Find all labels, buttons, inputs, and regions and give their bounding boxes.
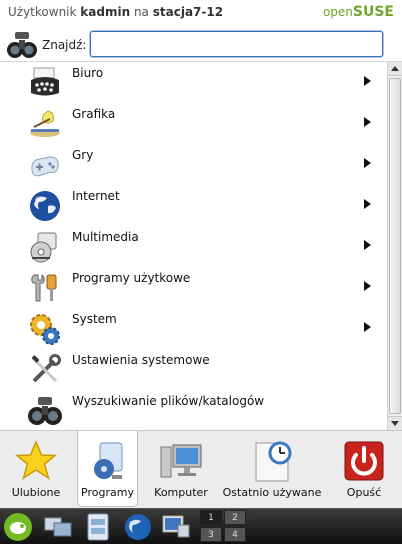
user-info: Użytkownik kadmin na stacja7-12 — [8, 5, 223, 19]
host-prefix: na — [133, 5, 149, 19]
opensuse-gecko-icon[interactable] — [2, 511, 34, 543]
menu-item-system[interactable]: System — [0, 308, 387, 349]
tab-label: Ulubione — [11, 486, 61, 499]
binoculars-icon — [28, 394, 62, 428]
scroll-up-button[interactable] — [388, 62, 402, 76]
search-label: Znajdź: — [42, 38, 87, 52]
menu-item-label: Multimedia — [72, 230, 139, 244]
application-category-list: Biuro Grafika Gry Internet Multimedia Pr… — [0, 62, 387, 430]
menu-item-label: Wyszukiwanie plików/katalogów — [72, 394, 265, 408]
menu-item-label: Biuro — [72, 66, 104, 80]
launcher-header: Użytkownik kadmin na stacja7-12 openSUSE… — [0, 0, 402, 62]
user-prefix: Użytkownik — [8, 5, 77, 19]
tab-label: Ostatnio używane — [222, 486, 322, 499]
desktop-windows-icon[interactable] — [42, 511, 74, 543]
launcher-tab-bar: Ulubione Programy Komputer Ostatnio używ… — [0, 430, 402, 508]
globe-icon — [28, 189, 62, 223]
submenu-arrow-icon — [364, 322, 371, 332]
menu-item-ustawienia-systemowe[interactable]: Ustawienia systemowe — [0, 349, 387, 390]
submenu-arrow-icon — [364, 117, 371, 127]
show-desktop-icon[interactable] — [160, 511, 192, 543]
menu-scrollbar[interactable] — [387, 62, 402, 430]
tab-programy[interactable]: Programy — [77, 431, 138, 507]
menu-item-label: Internet — [72, 189, 120, 203]
tab-opusc[interactable]: Opuść — [330, 431, 398, 507]
tab-label: Opuść — [346, 486, 382, 499]
menu-item-label: Grafika — [72, 107, 116, 121]
panel-taskbar: 1 2 3 4 — [0, 508, 402, 544]
menu-item-grafika[interactable]: Grafika — [0, 103, 387, 144]
brand-bold: SUSE — [352, 4, 394, 20]
pager-desktop-3[interactable]: 3 — [200, 527, 222, 542]
opensuse-logo: openSUSE — [323, 4, 394, 20]
star-icon — [14, 439, 58, 483]
multimedia-icon — [28, 230, 62, 264]
menu-item-label: Ustawienia systemowe — [72, 353, 210, 367]
submenu-arrow-icon — [364, 158, 371, 168]
menu-item-biuro[interactable]: Biuro — [0, 62, 387, 103]
system-gears-icon — [28, 312, 62, 346]
menu-item-wyszukiwanie[interactable]: Wyszukiwanie plików/katalogów — [0, 390, 387, 430]
tab-ostatnio-uzywane[interactable]: Ostatnio używane — [220, 431, 324, 507]
menu-item-label: Programy użytkowe — [72, 271, 191, 285]
menu-item-label: Gry — [72, 148, 94, 162]
tab-ulubione[interactable]: Ulubione — [4, 431, 68, 507]
submenu-arrow-icon — [364, 281, 371, 291]
power-icon — [342, 439, 386, 483]
hostname: stacja7-12 — [152, 5, 224, 19]
menu-item-internet[interactable]: Internet — [0, 185, 387, 226]
office-typewriter-icon — [28, 66, 62, 100]
submenu-arrow-icon — [364, 240, 371, 250]
utilities-icon — [28, 271, 62, 305]
tab-label: Komputer — [154, 486, 208, 499]
file-manager-icon[interactable] — [82, 511, 114, 543]
binoculars-icon — [6, 30, 38, 60]
scroll-thumb[interactable] — [389, 78, 401, 414]
web-browser-icon[interactable] — [122, 511, 154, 543]
pager-desktop-2[interactable]: 2 — [224, 510, 246, 525]
settings-tools-icon — [28, 353, 62, 387]
pager-desktop-1[interactable]: 1 — [200, 510, 222, 525]
menu-item-gry[interactable]: Gry — [0, 144, 387, 185]
pager-desktop-4[interactable]: 4 — [224, 527, 246, 542]
computer-icon — [159, 439, 203, 483]
menu-item-label: System — [72, 312, 117, 326]
gamepad-icon — [28, 148, 62, 182]
menu-item-multimedia[interactable]: Multimedia — [0, 226, 387, 267]
applications-icon — [86, 439, 130, 483]
menu-item-programy-uzytkowe[interactable]: Programy użytkowe — [0, 267, 387, 308]
tab-label: Programy — [81, 486, 134, 499]
graphics-icon — [28, 107, 62, 141]
submenu-arrow-icon — [364, 76, 371, 86]
scroll-down-button[interactable] — [388, 416, 402, 430]
search-input[interactable] — [90, 31, 383, 57]
username: kadmin — [80, 5, 131, 19]
recent-clock-icon — [250, 439, 294, 483]
submenu-arrow-icon — [364, 199, 371, 209]
tab-komputer[interactable]: Komputer — [148, 431, 214, 507]
brand-light: open — [322, 5, 353, 19]
